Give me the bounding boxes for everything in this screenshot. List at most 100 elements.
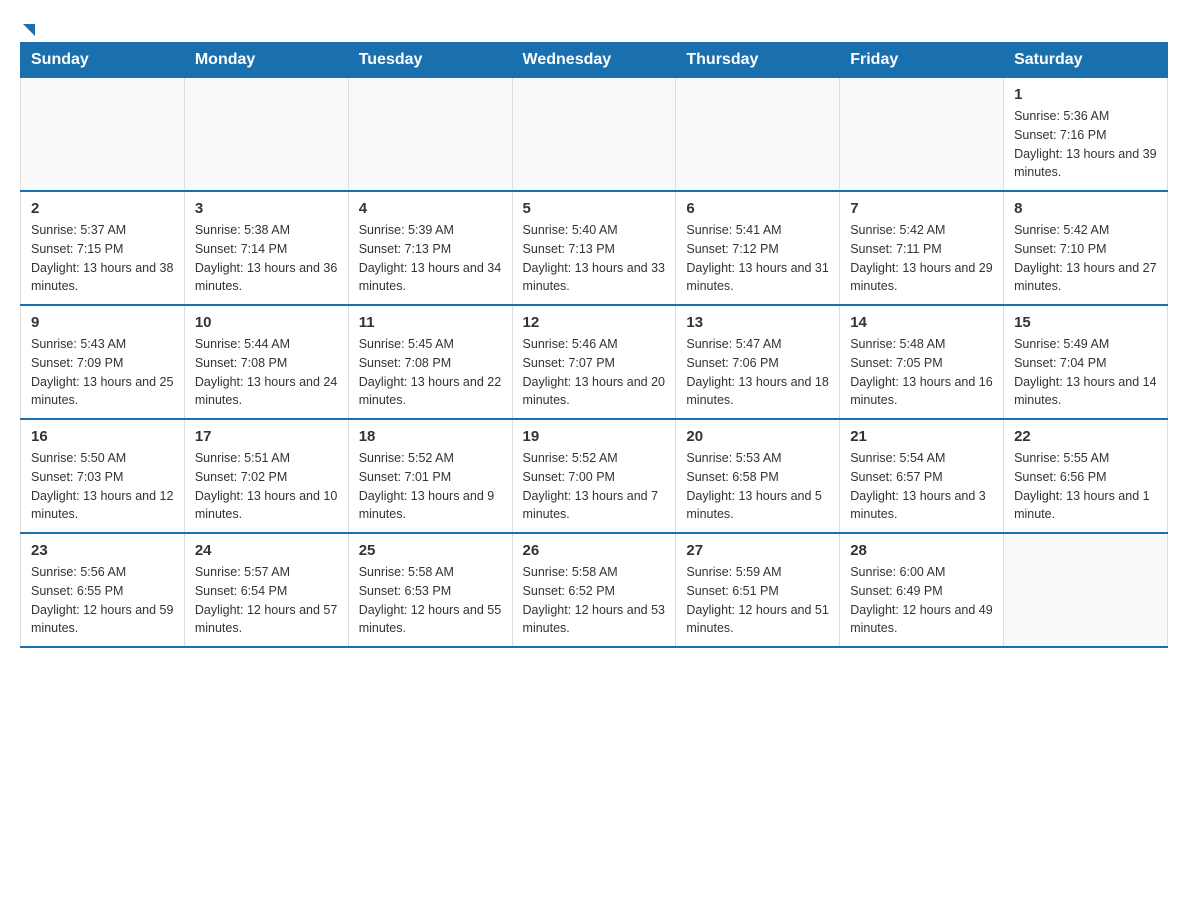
calendar-day: 25 Sunrise: 5:58 AM Sunset: 6:53 PM Dayli… (348, 533, 512, 647)
day-number: 7 (850, 200, 993, 217)
calendar-day: 10 Sunrise: 5:44 AM Sunset: 7:08 PM Dayli… (184, 305, 348, 419)
day-number: 13 (686, 314, 829, 331)
weekday-header-tuesday: Tuesday (348, 43, 512, 78)
day-info: Sunrise: 5:48 AM Sunset: 7:05 PM Dayligh… (850, 335, 993, 410)
calendar-header-row: SundayMondayTuesdayWednesdayThursdayFrid… (21, 43, 1168, 78)
calendar-day: 18 Sunrise: 5:52 AM Sunset: 7:01 PM Dayli… (348, 419, 512, 533)
calendar-week-4: 16 Sunrise: 5:50 AM Sunset: 7:03 PM Dayli… (21, 419, 1168, 533)
calendar-day: 15 Sunrise: 5:49 AM Sunset: 7:04 PM Dayli… (1004, 305, 1168, 419)
calendar-day (348, 78, 512, 192)
calendar-day: 19 Sunrise: 5:52 AM Sunset: 7:00 PM Dayli… (512, 419, 676, 533)
calendar-day: 8 Sunrise: 5:42 AM Sunset: 7:10 PM Daylig… (1004, 191, 1168, 305)
day-info: Sunrise: 5:38 AM Sunset: 7:14 PM Dayligh… (195, 221, 338, 296)
day-number: 18 (359, 428, 502, 445)
calendar-day: 6Sunrise: 5:41 AM Sunset: 7:12 PM Daylig… (676, 191, 840, 305)
calendar-day (676, 78, 840, 192)
day-number: 16 (31, 428, 174, 445)
calendar-day: 1Sunrise: 5:36 AM Sunset: 7:16 PM Daylig… (1004, 78, 1168, 192)
day-number: 3 (195, 200, 338, 217)
calendar-day: 27Sunrise: 5:59 AM Sunset: 6:51 PM Dayli… (676, 533, 840, 647)
day-info: Sunrise: 5:57 AM Sunset: 6:54 PM Dayligh… (195, 563, 338, 638)
day-number: 1 (1014, 86, 1157, 103)
day-number: 4 (359, 200, 502, 217)
day-info: Sunrise: 5:44 AM Sunset: 7:08 PM Dayligh… (195, 335, 338, 410)
calendar-week-2: 2 Sunrise: 5:37 AM Sunset: 7:15 PM Daylig… (21, 191, 1168, 305)
day-info: Sunrise: 5:58 AM Sunset: 6:53 PM Dayligh… (359, 563, 502, 638)
day-info: Sunrise: 5:43 AM Sunset: 7:09 PM Dayligh… (31, 335, 174, 410)
weekday-header-thursday: Thursday (676, 43, 840, 78)
day-number: 6 (686, 200, 829, 217)
calendar-week-5: 23 Sunrise: 5:56 AM Sunset: 6:55 PM Dayli… (21, 533, 1168, 647)
day-number: 14 (850, 314, 993, 331)
day-info: Sunrise: 5:59 AM Sunset: 6:51 PM Dayligh… (686, 563, 829, 638)
day-number: 19 (523, 428, 666, 445)
calendar-day: 4 Sunrise: 5:39 AM Sunset: 7:13 PM Daylig… (348, 191, 512, 305)
day-info: Sunrise: 5:37 AM Sunset: 7:15 PM Dayligh… (31, 221, 174, 296)
calendar-day (512, 78, 676, 192)
day-info: Sunrise: 5:49 AM Sunset: 7:04 PM Dayligh… (1014, 335, 1157, 410)
day-number: 12 (523, 314, 666, 331)
calendar-day: 7Sunrise: 5:42 AM Sunset: 7:11 PM Daylig… (840, 191, 1004, 305)
day-number: 15 (1014, 314, 1157, 331)
day-number: 9 (31, 314, 174, 331)
calendar-day: 12 Sunrise: 5:46 AM Sunset: 7:07 PM Dayli… (512, 305, 676, 419)
day-info: Sunrise: 5:52 AM Sunset: 7:00 PM Dayligh… (523, 449, 666, 524)
calendar-day: 9 Sunrise: 5:43 AM Sunset: 7:09 PM Daylig… (21, 305, 185, 419)
weekday-header-monday: Monday (184, 43, 348, 78)
day-number: 20 (686, 428, 829, 445)
day-number: 28 (850, 542, 993, 559)
day-number: 23 (31, 542, 174, 559)
calendar-week-3: 9 Sunrise: 5:43 AM Sunset: 7:09 PM Daylig… (21, 305, 1168, 419)
day-info: Sunrise: 6:00 AM Sunset: 6:49 PM Dayligh… (850, 563, 993, 638)
calendar-day: 22 Sunrise: 5:55 AM Sunset: 6:56 PM Dayli… (1004, 419, 1168, 533)
day-number: 24 (195, 542, 338, 559)
day-number: 26 (523, 542, 666, 559)
day-number: 22 (1014, 428, 1157, 445)
calendar-table: SundayMondayTuesdayWednesdayThursdayFrid… (20, 42, 1168, 648)
day-info: Sunrise: 5:40 AM Sunset: 7:13 PM Dayligh… (523, 221, 666, 296)
calendar-day: 5 Sunrise: 5:40 AM Sunset: 7:13 PM Daylig… (512, 191, 676, 305)
page-header (20, 20, 1168, 32)
day-number: 8 (1014, 200, 1157, 217)
calendar-day (840, 78, 1004, 192)
calendar-day: 14 Sunrise: 5:48 AM Sunset: 7:05 PM Dayli… (840, 305, 1004, 419)
day-info: Sunrise: 5:50 AM Sunset: 7:03 PM Dayligh… (31, 449, 174, 524)
calendar-day (21, 78, 185, 192)
day-info: Sunrise: 5:53 AM Sunset: 6:58 PM Dayligh… (686, 449, 829, 524)
day-info: Sunrise: 5:42 AM Sunset: 7:10 PM Dayligh… (1014, 221, 1157, 296)
logo (20, 20, 35, 32)
day-info: Sunrise: 5:55 AM Sunset: 6:56 PM Dayligh… (1014, 449, 1157, 524)
day-number: 25 (359, 542, 502, 559)
day-number: 2 (31, 200, 174, 217)
calendar-week-1: 1Sunrise: 5:36 AM Sunset: 7:16 PM Daylig… (21, 78, 1168, 192)
logo-arrow-icon (23, 24, 35, 36)
calendar-day: 21 Sunrise: 5:54 AM Sunset: 6:57 PM Dayli… (840, 419, 1004, 533)
calendar-day: 23 Sunrise: 5:56 AM Sunset: 6:55 PM Dayli… (21, 533, 185, 647)
day-number: 5 (523, 200, 666, 217)
day-number: 17 (195, 428, 338, 445)
calendar-day: 2 Sunrise: 5:37 AM Sunset: 7:15 PM Daylig… (21, 191, 185, 305)
day-info: Sunrise: 5:51 AM Sunset: 7:02 PM Dayligh… (195, 449, 338, 524)
day-info: Sunrise: 5:58 AM Sunset: 6:52 PM Dayligh… (523, 563, 666, 638)
calendar-day: 3 Sunrise: 5:38 AM Sunset: 7:14 PM Daylig… (184, 191, 348, 305)
day-info: Sunrise: 5:47 AM Sunset: 7:06 PM Dayligh… (686, 335, 829, 410)
day-info: Sunrise: 5:39 AM Sunset: 7:13 PM Dayligh… (359, 221, 502, 296)
weekday-header-saturday: Saturday (1004, 43, 1168, 78)
calendar-day (1004, 533, 1168, 647)
calendar-day: 26 Sunrise: 5:58 AM Sunset: 6:52 PM Dayli… (512, 533, 676, 647)
calendar-day: 16 Sunrise: 5:50 AM Sunset: 7:03 PM Dayli… (21, 419, 185, 533)
calendar-day: 20 Sunrise: 5:53 AM Sunset: 6:58 PM Dayli… (676, 419, 840, 533)
day-info: Sunrise: 5:56 AM Sunset: 6:55 PM Dayligh… (31, 563, 174, 638)
day-number: 10 (195, 314, 338, 331)
day-number: 11 (359, 314, 502, 331)
day-info: Sunrise: 5:52 AM Sunset: 7:01 PM Dayligh… (359, 449, 502, 524)
day-info: Sunrise: 5:54 AM Sunset: 6:57 PM Dayligh… (850, 449, 993, 524)
weekday-header-friday: Friday (840, 43, 1004, 78)
calendar-day: 13 Sunrise: 5:47 AM Sunset: 7:06 PM Dayli… (676, 305, 840, 419)
calendar-day: 24 Sunrise: 5:57 AM Sunset: 6:54 PM Dayli… (184, 533, 348, 647)
day-info: Sunrise: 5:46 AM Sunset: 7:07 PM Dayligh… (523, 335, 666, 410)
calendar-day: 17 Sunrise: 5:51 AM Sunset: 7:02 PM Dayli… (184, 419, 348, 533)
calendar-day: 11Sunrise: 5:45 AM Sunset: 7:08 PM Dayli… (348, 305, 512, 419)
calendar-day (184, 78, 348, 192)
day-number: 21 (850, 428, 993, 445)
